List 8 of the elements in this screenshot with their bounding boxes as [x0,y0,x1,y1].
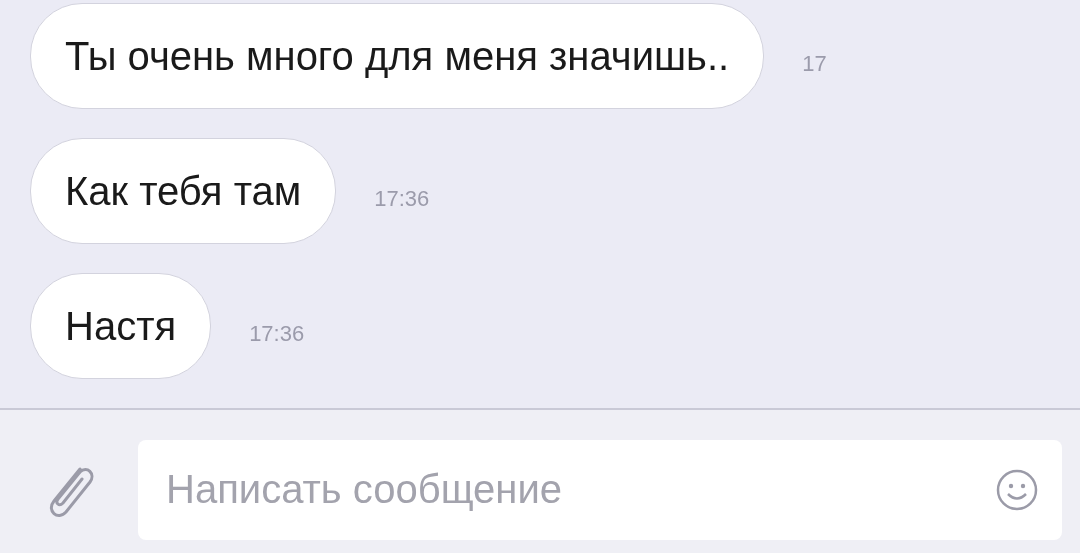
message-bubble: Настя [30,273,212,379]
message-time: 17:36 [249,319,305,348]
message-time: 17:36 [374,184,430,213]
message-time: 17 [802,49,827,78]
message-bubble: Ты очень много для меня значишь.. [30,3,765,109]
smiley-icon[interactable] [996,468,1038,511]
message-bubble: Как тебя там [30,138,337,244]
message-input[interactable]: Написать сообщение [138,439,1062,540]
